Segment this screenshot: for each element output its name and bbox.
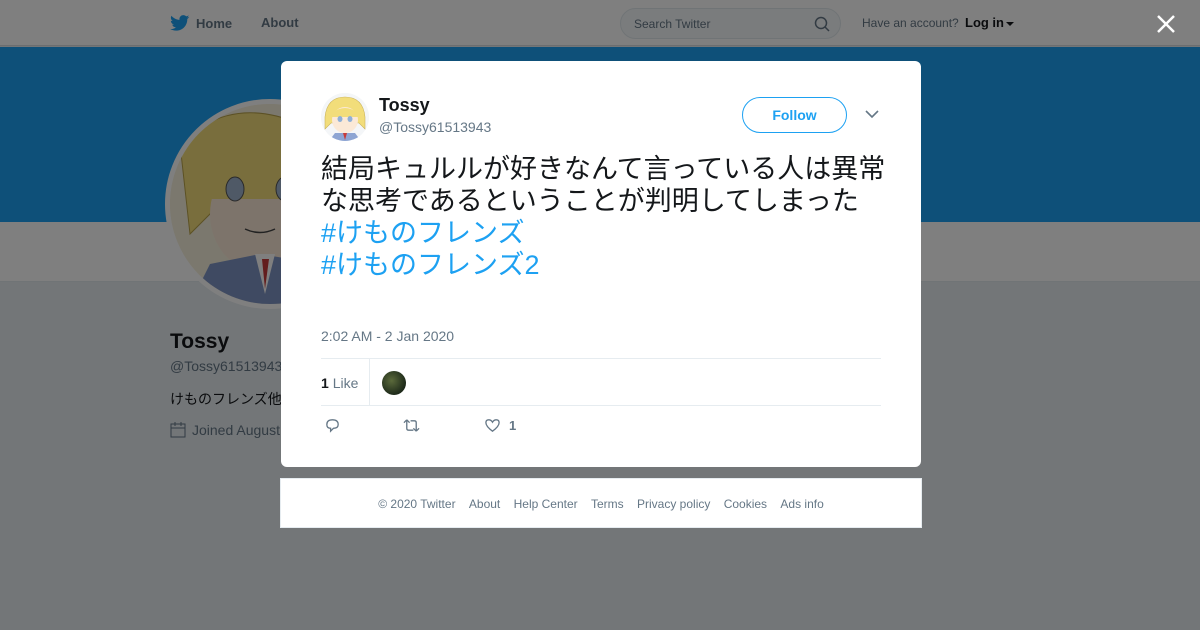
footer-link-cookies[interactable]: Cookies [724, 497, 767, 511]
follow-button[interactable]: Follow [742, 97, 847, 133]
tweet-stats: 1 Like [321, 358, 881, 406]
tweet-author-avatar[interactable] [321, 93, 369, 141]
retweet-button[interactable] [403, 417, 420, 434]
liker-avatar[interactable] [382, 371, 406, 395]
footer-link-help-center[interactable]: Help Center [514, 497, 578, 511]
reply-icon [326, 419, 339, 433]
stats-divider [369, 359, 370, 406]
tweet-actions: 1 [321, 417, 621, 437]
footer-link-terms[interactable]: Terms [591, 497, 624, 511]
footer: © 2020 Twitter About Help Center Terms P… [280, 478, 922, 528]
footer-link-about[interactable]: About [469, 497, 500, 511]
tweet-author-handle[interactable]: @Tossy61513943 [379, 119, 491, 135]
reply-button[interactable] [324, 417, 341, 434]
like-count-stat[interactable]: 1 Like [321, 375, 358, 391]
footer-link-privacy-policy[interactable]: Privacy policy [637, 497, 710, 511]
hashtag-link[interactable]: #けものフレンズ [321, 217, 886, 249]
tweet-timestamp[interactable]: 2:02 AM - 2 Jan 2020 [321, 328, 454, 344]
tweet-text: 結局キュルルが好きなんて言っている人は異常な思考であるということが判明してしまっ… [321, 153, 886, 281]
like-count: 1 [321, 375, 329, 391]
heart-icon [485, 419, 500, 432]
retweet-icon [403, 419, 420, 432]
footer-link-ads-info[interactable]: Ads info [780, 497, 823, 511]
footer-copyright: © 2020 Twitter [378, 497, 456, 511]
like-count-label: Like [332, 375, 359, 391]
tweet-author-name[interactable]: Tossy [379, 95, 430, 116]
like-button[interactable]: 1 [484, 417, 516, 434]
tweet-modal: Tossy @Tossy61513943 Follow 結局キュルルが好きなんて… [281, 61, 921, 467]
hashtag-link[interactable]: #けものフレンズ2 [321, 249, 886, 281]
favorite-count: 1 [509, 418, 517, 433]
tweet-body: 結局キュルルが好きなんて言っている人は異常な思考であるということが判明してしまっ… [321, 154, 886, 216]
close-icon[interactable] [1155, 13, 1177, 35]
chevron-down-icon[interactable] [865, 109, 879, 119]
tweet-author-avatar-image [321, 93, 369, 141]
